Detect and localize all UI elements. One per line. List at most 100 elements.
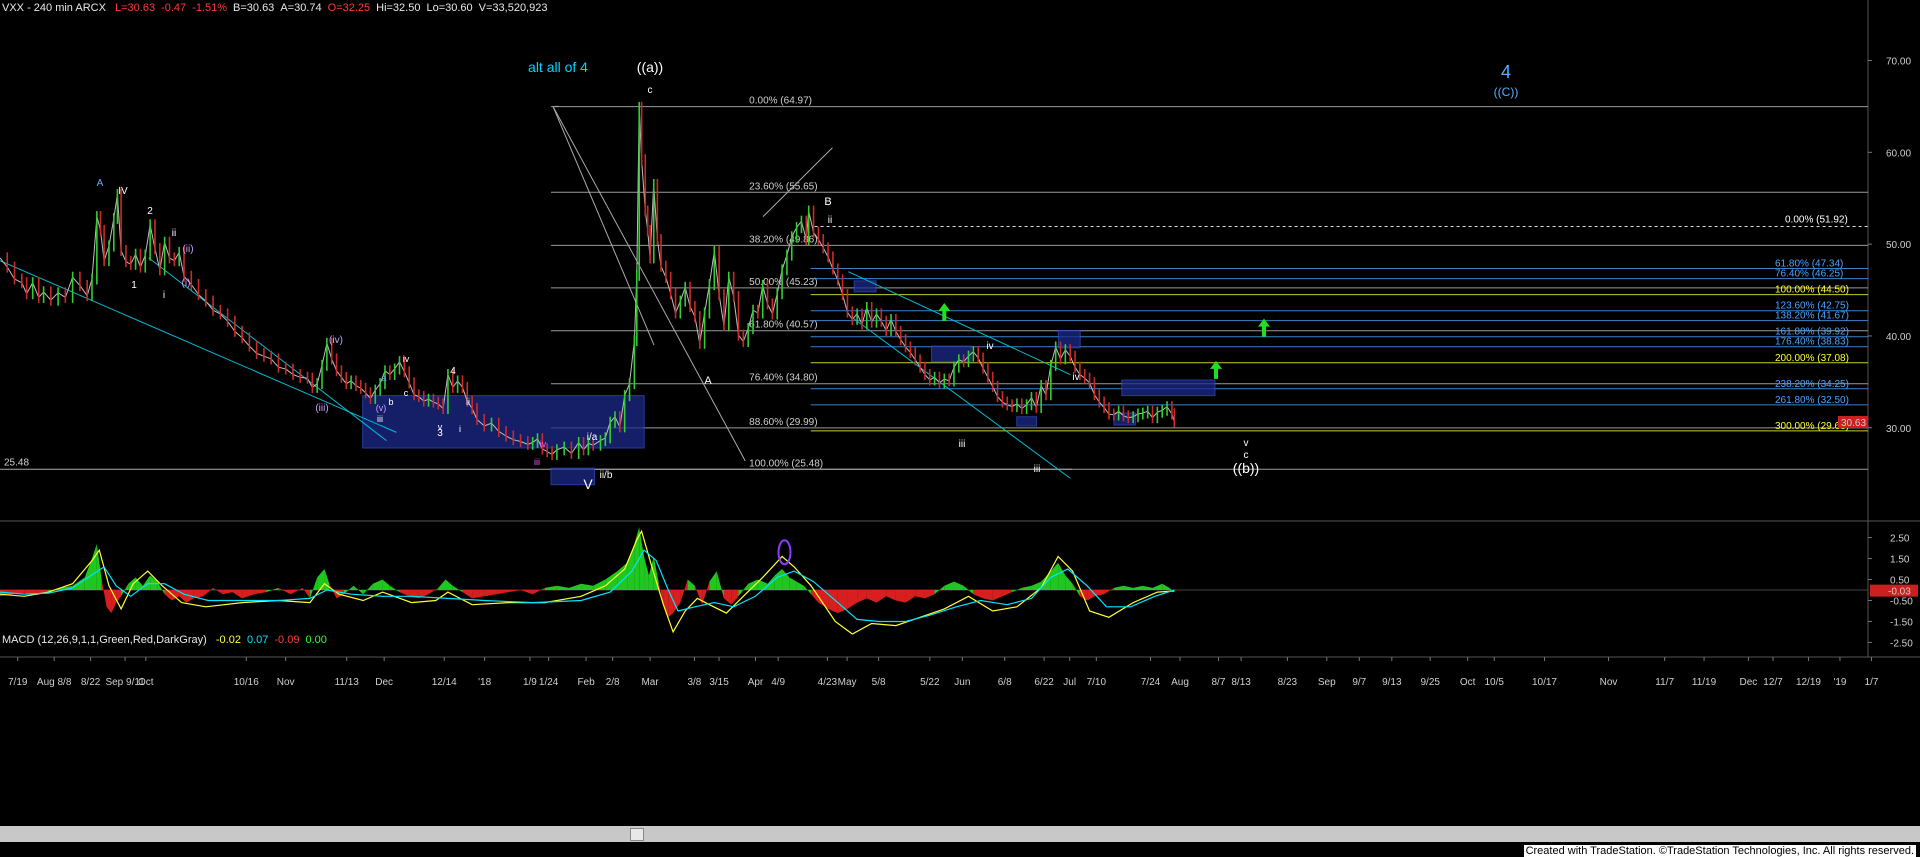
- macd-histogram-bar: [254, 590, 267, 595]
- wave-label: (ii): [182, 244, 193, 255]
- wave-label: a: [381, 373, 386, 383]
- footer-credit: Created with TradeStation. ©TradeStation…: [1523, 845, 1916, 857]
- quote-stat: -1.51%: [192, 2, 228, 14]
- x-tick-label: Oct: [1460, 677, 1476, 688]
- panel-frames: [0, 0, 1920, 658]
- green-up-arrow: [1258, 318, 1270, 337]
- wave-label: 1: [131, 280, 137, 291]
- quote-stat: V=33,520,923: [478, 2, 548, 14]
- macd-histogram-bar: [723, 590, 732, 605]
- horizontal-scrollbar[interactable]: [0, 826, 1920, 842]
- wave-label: ((C)): [1494, 85, 1519, 99]
- x-tick-label: 7/10: [1087, 677, 1107, 688]
- x-tick-label: Sep: [1318, 677, 1336, 688]
- macd-histogram-bar: [866, 590, 877, 603]
- wave-label: 4: [450, 366, 456, 377]
- macd-histogram-bar: [774, 569, 783, 590]
- macd-histogram-bar: [290, 587, 303, 595]
- macd-histogram-bar: [389, 585, 400, 593]
- macd-histogram-bar: [694, 585, 703, 605]
- wave-label: A: [97, 178, 104, 189]
- macd-histogram-bar: [496, 590, 509, 595]
- fib-label: 76.40% (46.25): [1775, 269, 1843, 280]
- fib-extension-right: 0.00% (51.92)61.80% (47.34)76.40% (46.25…: [810, 215, 1868, 432]
- x-tick-label: 11/19: [1692, 677, 1717, 688]
- macd-histogram-bar: [1087, 590, 1095, 601]
- macd-histogram-bar: [232, 590, 243, 599]
- wave-label: iv: [1072, 372, 1079, 383]
- quote-stat: -0.47: [161, 2, 187, 14]
- target-box: [1121, 379, 1216, 397]
- macd-histogram-bar: [568, 583, 582, 590]
- macd-histogram-bar: [302, 587, 310, 599]
- macd-histogram-bar: [399, 590, 410, 597]
- macd-histogram-bar: [1012, 587, 1022, 593]
- macd-title: MACD (12,26,9,1,1,Green,Red,DarkGray): [2, 634, 207, 646]
- fib-label: 0.00% (51.92): [1785, 215, 1848, 226]
- macd-histogram-bar: [372, 579, 383, 590]
- wave-label: (iv): [329, 335, 343, 346]
- wave-label: i/a: [587, 432, 598, 443]
- macd-histogram-bar: [242, 590, 255, 599]
- wave-label: i: [163, 290, 165, 301]
- wave-label: iii: [1034, 464, 1041, 475]
- wave-label: ii: [828, 215, 832, 226]
- chart-canvas: 0.00% (64.97) 23.60% (55.65) 38.20% (49.86…: [0, 0, 1920, 688]
- macd-histogram-bar: [1113, 585, 1124, 590]
- wave-label: (iii): [315, 403, 328, 414]
- macd-histogram-bar: [680, 579, 688, 603]
- wave-label: IV: [118, 186, 128, 197]
- macd-histogram-bar: [886, 590, 896, 601]
- x-tick-label: 2/8: [606, 677, 620, 688]
- wave-label: ((b)): [1233, 460, 1259, 476]
- macd-histogram-bar: [353, 585, 364, 595]
- scrollbar-thumb[interactable]: [630, 828, 644, 841]
- quote-stat: O=32.25: [327, 2, 371, 14]
- symbol-title: VXX - 240 min ARCX: [2, 2, 106, 14]
- macd-histogram-bar: [101, 579, 107, 607]
- x-tick-label: 8/13: [1231, 677, 1251, 688]
- quote-stat: B=30.63: [233, 2, 275, 14]
- y-axis: 70.0060.0050.0040.0030.002.501.500.50-0.…: [1868, 57, 1918, 649]
- quote-stat: Hi=32.50: [376, 2, 421, 14]
- macd-histogram-bar: [738, 583, 749, 597]
- macd-histogram-bar: [789, 577, 797, 590]
- x-tick-label: 9/25: [1420, 677, 1440, 688]
- macd-histogram-bar: [128, 577, 136, 590]
- macd-histogram-bar: [973, 590, 984, 599]
- wave-label: ii: [172, 228, 176, 239]
- macd-histogram-bar: [462, 590, 473, 599]
- wave-label: 3: [437, 428, 443, 439]
- macd-y-tick-label: -1.50: [1890, 617, 1913, 628]
- x-tick-label: 9/13: [1382, 677, 1402, 688]
- wave-label: (v): [376, 403, 387, 413]
- macd-histogram-bar: [111, 590, 117, 614]
- macd-divergence-circle: [777, 539, 792, 566]
- macd-histogram-bar: [213, 587, 223, 595]
- x-tick-label: 12/7: [1763, 677, 1783, 688]
- support-label: 25.48: [4, 457, 29, 468]
- x-tick-label: 3/15: [709, 677, 729, 688]
- macd-histogram-bar: [1162, 583, 1170, 590]
- macd-histogram-bar: [924, 590, 935, 599]
- wave-label: 2: [147, 206, 153, 217]
- wave-label: V: [583, 476, 593, 492]
- x-tick-label: '18: [478, 677, 491, 688]
- macd-histogram-bar: [1021, 585, 1032, 590]
- x-tick-label: Apr: [748, 677, 764, 688]
- macd-histogram-bar: [1142, 585, 1153, 590]
- x-tick-label: 1/7: [1865, 677, 1879, 688]
- fib-label: 176.40% (38.83): [1775, 337, 1849, 348]
- quote-stats: L=30.63 -0.47 -1.51% B=30.63 A=30.74 O=32.25 H…: [109, 2, 547, 14]
- macd-histogram-bar: [796, 581, 804, 590]
- macd-histogram-bar: [716, 571, 724, 599]
- price-series: 30.63: [0, 101, 1868, 460]
- macd-y-tick-label: -0.50: [1890, 596, 1913, 607]
- y-tick-label: 70.00: [1886, 57, 1911, 68]
- macd-histogram-bar: [266, 587, 279, 593]
- macd-histogram-bar: [1002, 590, 1013, 597]
- macd-histogram-bar: [687, 579, 695, 590]
- macd-histogram-bar: [92, 543, 97, 590]
- x-tick-label: 9/7: [1352, 677, 1366, 688]
- macd-histogram-bar: [782, 569, 790, 590]
